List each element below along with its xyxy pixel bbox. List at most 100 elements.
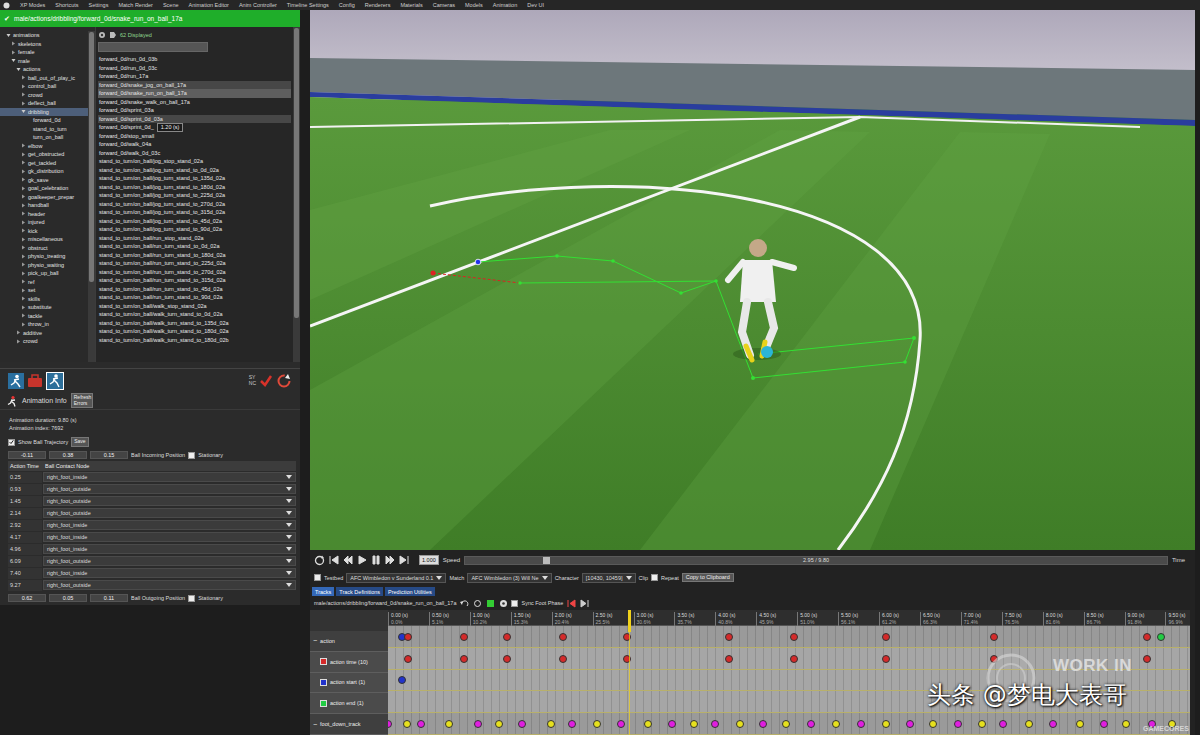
keyframe-marker[interactable] [559,655,567,663]
undo-button[interactable] [459,598,469,608]
refresh-errors-button[interactable]: Refresh Errors [71,393,93,408]
tree-item[interactable]: actions [0,65,88,74]
expand-icon[interactable] [21,211,26,216]
file-item[interactable]: stand_to_turn/on_ball/run_turn_stand_to_… [98,259,291,268]
keyframe-marker[interactable] [1157,633,1165,641]
position-value[interactable]: 0.11 [90,594,128,602]
file-item[interactable]: forward_0d/sprint_0d_03a [98,115,291,124]
tree-item[interactable]: kick [0,227,88,236]
keyframe-marker[interactable] [404,655,412,663]
expand-icon[interactable] [21,169,26,174]
expand-icon[interactable] [21,271,26,276]
tree-item[interactable]: stand_to_turn [0,125,88,134]
collapse-toggle[interactable]: − [313,721,317,728]
tree-item[interactable]: control_ball [0,82,88,91]
keyframe-marker[interactable] [644,720,652,728]
expand-icon[interactable] [6,33,11,38]
action-time[interactable]: 2.92 [8,520,42,531]
expand-icon[interactable] [21,313,26,318]
file-item[interactable]: stand_to_turn/on_ball/run_turn_stand_to_… [98,285,291,294]
time-ruler[interactable]: 0.00 (s)0.0%0.50 (s)5.1%1.00 (s)10.2%1.5… [388,610,1190,626]
contact-node-dropdown[interactable]: right_foot_inside [43,520,296,530]
keyframe-marker[interactable] [990,633,998,641]
expand-icon[interactable] [21,288,26,293]
menu-item[interactable]: Materials [400,2,422,8]
file-item[interactable]: stand_to_turn/on_ball/run_turn_stand_to_… [98,268,291,277]
contact-node-dropdown[interactable]: right_foot_outside [43,496,296,506]
tree-item[interactable]: get_tackled [0,159,88,168]
keyframe-marker[interactable] [690,720,698,728]
menu-item[interactable]: Config [339,2,355,8]
position-value[interactable]: -0.11 [8,451,46,459]
position-value[interactable]: 0.62 [8,594,46,602]
keyframe-marker[interactable] [929,720,937,728]
expand-icon[interactable] [16,330,21,335]
position-value[interactable]: 0.38 [49,451,87,459]
tree-item[interactable]: animations [0,31,88,40]
save-button[interactable]: Save [71,437,88,447]
pause-button[interactable] [371,555,381,565]
keyframe-marker[interactable] [503,655,511,663]
menu-item[interactable]: Renderers [365,2,391,8]
play-button[interactable] [357,555,367,565]
next-key-button[interactable] [579,598,589,608]
expand-icon[interactable] [26,118,31,123]
tree-item[interactable]: skills [0,295,88,304]
tree-item[interactable]: additive [0,329,88,338]
tree-item[interactable]: substitute [0,303,88,312]
file-item[interactable]: forward_0d/walk_04a [98,140,291,149]
file-item[interactable]: stand_to_turn/on_ball/jog_turn_stand_to_… [98,200,291,209]
clip-dropdown[interactable]: [10430, 10459] [582,573,636,583]
keyframe-marker[interactable] [882,720,890,728]
file-item[interactable]: stand_to_turn/on_ball/run_stop_stand_02a [98,234,291,243]
keyframe-marker[interactable] [882,633,890,641]
keyframe-marker[interactable] [807,720,815,728]
file-item[interactable]: stand_to_turn/on_ball/jog_turn_stand_to_… [98,174,291,183]
expand-icon[interactable] [21,75,26,80]
keyframe-marker[interactable] [832,720,840,728]
contact-node-dropdown[interactable]: right_foot_outside [43,556,296,566]
action-time[interactable]: 4.96 [8,544,42,555]
menu-item[interactable]: Match Render [118,2,153,8]
keyframe-marker[interactable] [503,633,511,641]
tree-item[interactable]: set [0,286,88,295]
file-item[interactable]: forward_0d/snake_walk_on_ball_17a [98,98,291,107]
playhead[interactable] [628,610,631,632]
speed-field[interactable]: 1.000 [419,555,439,565]
keyframe-marker[interactable] [460,633,468,641]
keyframe-marker[interactable] [711,720,719,728]
file-item[interactable]: stand_to_turn/on_ball/walk_stop_stand_02… [98,302,291,311]
file-item[interactable]: forward_0d/run_0d_03b [98,55,291,64]
keyframe-marker[interactable] [568,720,576,728]
keyframe-marker[interactable] [547,720,555,728]
file-item[interactable]: forward_0d/sprint_03a [98,106,291,115]
file-item[interactable]: stand_to_turn/on_ball/walk_turn_stand_to… [98,319,291,328]
keyframe-marker[interactable] [617,720,625,728]
tree-item[interactable]: male [0,57,88,66]
expand-icon[interactable] [21,203,26,208]
file-item[interactable]: stand_to_turn/on_ball/jog_turn_stand_to_… [98,183,291,192]
reload-button[interactable] [472,598,482,608]
stationary-checkbox[interactable] [188,452,195,459]
tree-item[interactable]: header [0,210,88,219]
tree-item[interactable]: crowd [0,91,88,100]
expand-icon[interactable] [21,186,26,191]
expand-icon[interactable] [21,296,26,301]
scroll-thumb[interactable] [294,28,299,318]
expand-icon[interactable] [21,109,26,114]
contact-node-dropdown[interactable]: right_foot_outside [43,508,296,518]
expand-icon[interactable] [21,254,26,259]
first-frame-button[interactable] [329,555,339,565]
file-item[interactable]: stand_to_turn/on_ball/walk_turn_stand_to… [98,310,291,319]
position-value[interactable]: 0.15 [90,451,128,459]
action-time[interactable]: 2.14 [8,508,42,519]
tree-item[interactable]: miscellaneous [0,235,88,244]
repeat-checkbox[interactable] [651,574,658,581]
tree-item[interactable]: obstruct [0,244,88,253]
file-item[interactable]: stand_to_turn/on_ball/run_turn_stand_to_… [98,251,291,260]
3d-viewport[interactable] [310,10,1195,550]
keyframe-marker[interactable] [474,720,482,728]
expand-icon[interactable] [21,237,26,242]
character-dropdown[interactable]: AFC Wimbledon (3) Will Ne [467,573,551,583]
search-field[interactable] [98,42,208,52]
